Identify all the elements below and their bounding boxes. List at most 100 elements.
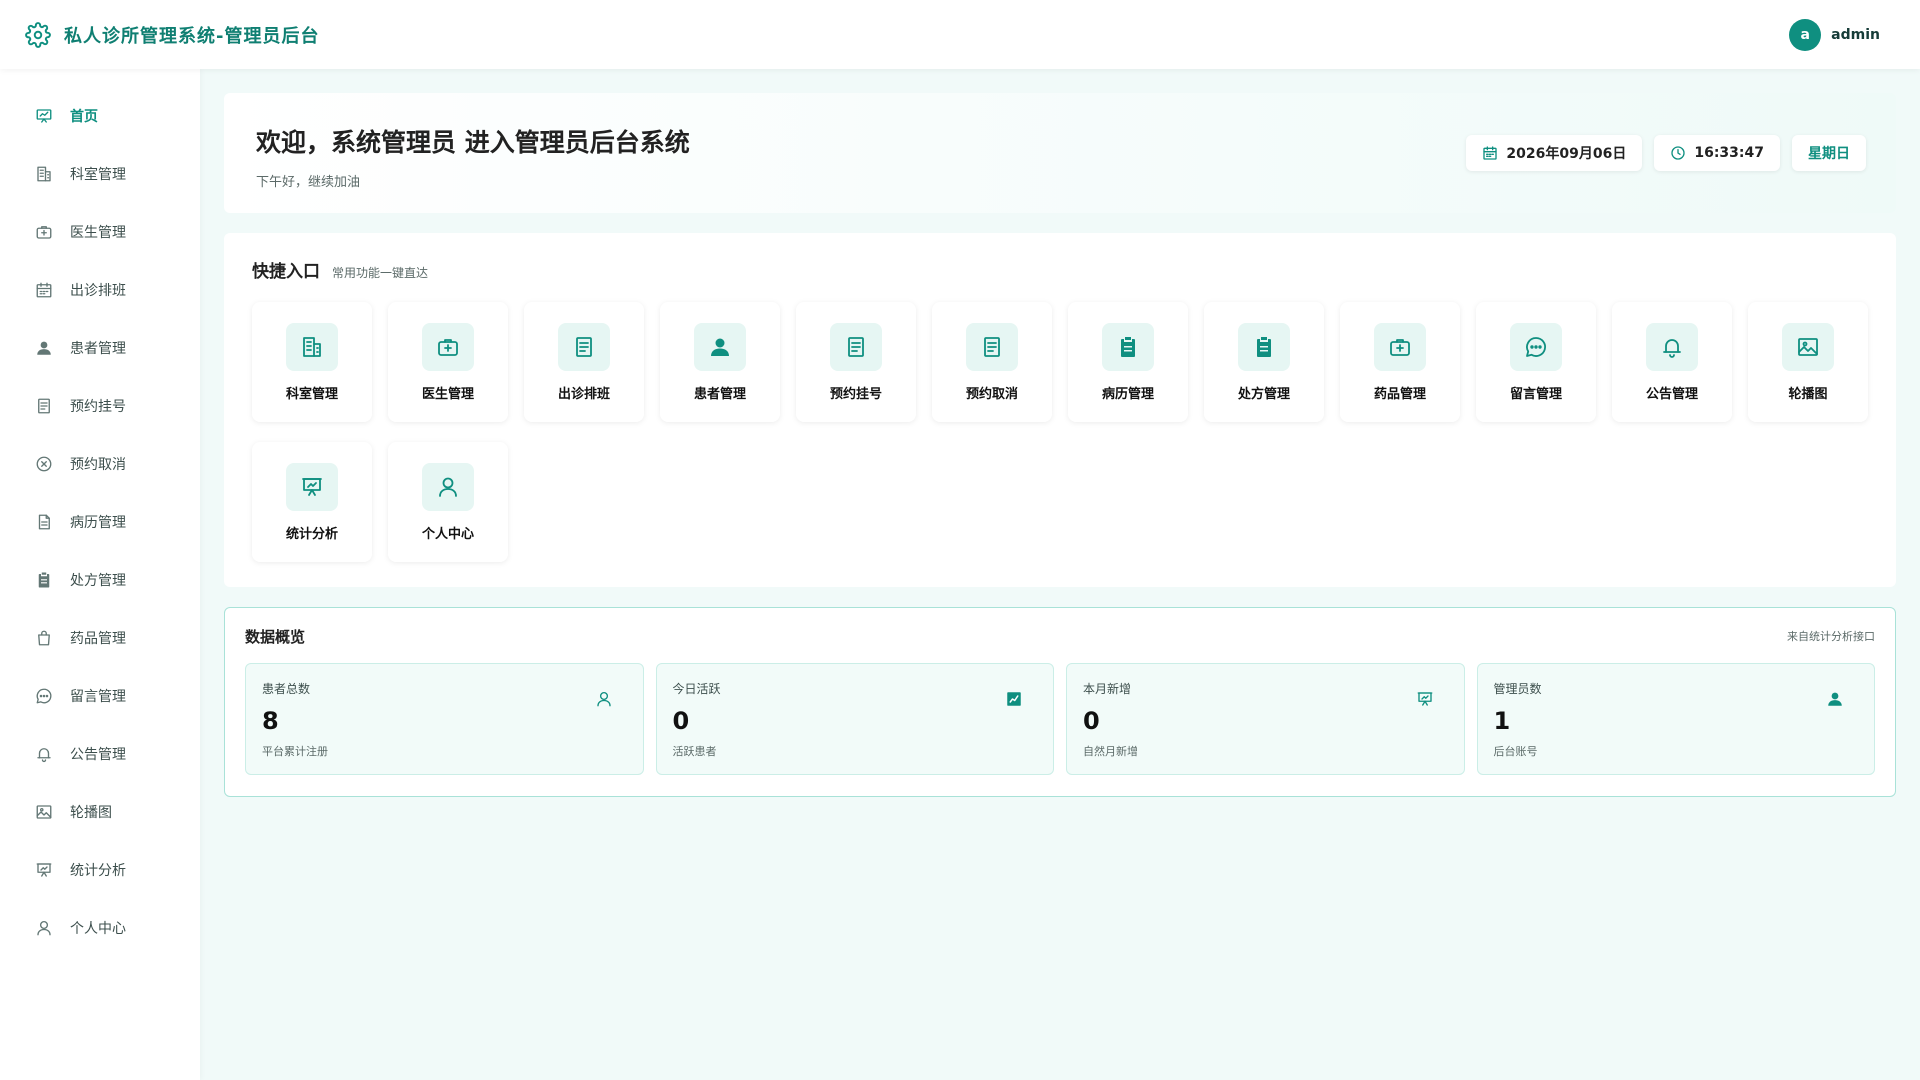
quick-access-panel: 快捷入口 常用功能一键直达 科室管理 医生管理 出诊排班 患者管理 预约挂号 预… — [224, 233, 1896, 587]
current-time: 16:33:47 — [1694, 145, 1764, 161]
sidebar: 首页 科室管理 医生管理 出诊排班 患者管理 预约挂号 预约取消 病历管理 处方… — [0, 69, 200, 1080]
quick-tile-label: 病历管理 — [1101, 386, 1154, 402]
document-icon — [558, 322, 610, 371]
welcome-subtitle: 下午好，继续加油 — [256, 175, 361, 190]
quick-tile-label: 留言管理 — [1509, 386, 1562, 402]
building-icon — [286, 322, 338, 371]
file-text-icon — [34, 512, 54, 532]
medical-kit-icon — [34, 222, 54, 242]
quick-tile-doctor[interactable]: 医生管理 — [388, 302, 508, 422]
stats-grid: 患者总数 8 平台累计注册 今日活跃 0 活跃患者 本月新增 0 自然月新增 管… — [245, 663, 1875, 775]
chat-icon — [1510, 322, 1562, 371]
section-hint: 常用功能一键直达 — [332, 266, 429, 280]
quick-tile-label: 统计分析 — [285, 526, 338, 542]
stat-card-monthly-new: 本月新增 0 自然月新增 — [1066, 663, 1465, 775]
quick-tile-label: 预约取消 — [965, 386, 1018, 402]
quick-tile-prescription[interactable]: 处方管理 — [1204, 302, 1324, 422]
sidebar-item-patient[interactable]: 患者管理 — [0, 319, 200, 377]
quick-tile-label: 公告管理 — [1645, 386, 1698, 402]
sidebar-item-doctor[interactable]: 医生管理 — [0, 203, 200, 261]
data-source-note: 来自统计分析接口 — [1787, 630, 1875, 643]
section-title: 快捷入口 — [252, 262, 320, 282]
quick-tile-label: 出诊排班 — [557, 386, 610, 402]
document-icon — [34, 396, 54, 416]
building-icon — [34, 164, 54, 184]
sidebar-item-banner[interactable]: 轮播图 — [0, 783, 200, 841]
current-date: 2026年09月06日 — [1506, 146, 1627, 162]
quick-tile-record[interactable]: 病历管理 — [1068, 302, 1188, 422]
sidebar-item-label: 科室管理 — [70, 167, 126, 183]
quick-tile-message[interactable]: 留言管理 — [1476, 302, 1596, 422]
presentation-chart-icon — [286, 462, 338, 511]
clock-icon — [1670, 145, 1686, 161]
section-title: 数据概览 — [245, 628, 306, 646]
welcome-banner: 欢迎，系统管理员 进入管理员后台系统 下午好，继续加油 2026年09月06日 … — [224, 93, 1896, 213]
stat-value: 0 — [1083, 707, 1100, 735]
quick-tile-statistics[interactable]: 统计分析 — [252, 442, 372, 562]
sidebar-item-medicine[interactable]: 药品管理 — [0, 609, 200, 667]
gear-icon — [24, 21, 52, 49]
avatar[interactable]: a — [1789, 19, 1822, 51]
stat-value: 1 — [1493, 707, 1511, 735]
quick-tile-schedule[interactable]: 出诊排班 — [524, 302, 644, 422]
sidebar-item-label: 患者管理 — [70, 341, 126, 357]
user-outline-icon — [595, 690, 615, 710]
quick-tile-department[interactable]: 科室管理 — [252, 302, 372, 422]
quick-tile-cancel[interactable]: 预约取消 — [932, 302, 1052, 422]
user-filled-icon — [34, 338, 54, 358]
medical-kit-icon — [422, 322, 474, 371]
sidebar-item-department[interactable]: 科室管理 — [0, 145, 200, 203]
user-menu[interactable]: a admin — [1789, 19, 1880, 51]
quick-tile-label: 个人中心 — [421, 526, 474, 542]
sidebar-item-label: 留言管理 — [70, 689, 126, 705]
quick-tile-banner[interactable]: 轮播图 — [1748, 302, 1868, 422]
user-outline-icon — [422, 462, 474, 511]
stat-label: 患者总数 — [262, 682, 311, 696]
quick-tile-patient[interactable]: 患者管理 — [660, 302, 780, 422]
quick-tile-notice[interactable]: 公告管理 — [1612, 302, 1732, 422]
sidebar-item-notice[interactable]: 公告管理 — [0, 725, 200, 783]
sidebar-item-home[interactable]: 首页 — [0, 87, 200, 145]
stat-card-patients: 患者总数 8 平台累计注册 — [245, 663, 644, 775]
stat-card-active-today: 今日活跃 0 活跃患者 — [655, 663, 1054, 775]
sidebar-item-label: 预约取消 — [70, 457, 126, 473]
sidebar-item-profile[interactable]: 个人中心 — [0, 899, 200, 957]
quick-tile-profile[interactable]: 个人中心 — [388, 442, 508, 562]
main-content: 欢迎，系统管理员 进入管理员后台系统 下午好，继续加油 2026年09月06日 … — [200, 69, 1920, 1080]
sidebar-item-record[interactable]: 病历管理 — [0, 493, 200, 551]
stat-label: 今日活跃 — [672, 682, 721, 696]
time-chip: 16:33:47 — [1654, 135, 1780, 171]
sidebar-item-cancel[interactable]: 预约取消 — [0, 435, 200, 493]
image-icon — [1782, 322, 1834, 371]
user-filled-icon — [694, 322, 746, 371]
quick-tile-appointment[interactable]: 预约挂号 — [796, 302, 916, 422]
presentation-chart-icon — [34, 860, 54, 880]
quick-tile-label: 科室管理 — [285, 386, 338, 402]
clipboard-icon — [34, 570, 54, 590]
sidebar-item-schedule[interactable]: 出诊排班 — [0, 261, 200, 319]
document-icon — [830, 322, 882, 371]
quick-access-header: 快捷入口 常用功能一键直达 — [252, 257, 1868, 282]
sidebar-item-label: 首页 — [70, 109, 98, 125]
quick-access-grid: 科室管理 医生管理 出诊排班 患者管理 预约挂号 预约取消 病历管理 处方管理 … — [252, 302, 1868, 562]
clipboard-icon — [1102, 322, 1154, 371]
sidebar-item-label: 轮播图 — [70, 805, 112, 821]
data-overview-panel: 数据概览 来自统计分析接口 患者总数 8 平台累计注册 今日活跃 0 活跃患者 … — [224, 607, 1896, 797]
user-outline-icon — [34, 918, 54, 938]
sidebar-item-message[interactable]: 留言管理 — [0, 667, 200, 725]
calendar-icon — [1482, 145, 1498, 161]
sidebar-item-prescription[interactable]: 处方管理 — [0, 551, 200, 609]
quick-tile-label: 药品管理 — [1373, 386, 1426, 402]
sidebar-item-statistics[interactable]: 统计分析 — [0, 841, 200, 899]
username[interactable]: admin — [1831, 27, 1880, 43]
quick-tile-medicine[interactable]: 药品管理 — [1340, 302, 1460, 422]
sidebar-item-appointment[interactable]: 预约挂号 — [0, 377, 200, 435]
statistics-board-icon — [34, 106, 54, 126]
quick-tile-label: 医生管理 — [421, 386, 474, 402]
stat-desc: 活跃患者 — [672, 745, 717, 758]
sidebar-item-label: 公告管理 — [70, 747, 126, 763]
top-header: 私人诊所管理系统-管理员后台 a admin — [0, 0, 1920, 69]
bell-icon — [1646, 322, 1698, 371]
datetime-chips: 2026年09月06日 16:33:47 星期日 — [1466, 135, 1866, 171]
stat-label: 管理员数 — [1493, 682, 1542, 696]
